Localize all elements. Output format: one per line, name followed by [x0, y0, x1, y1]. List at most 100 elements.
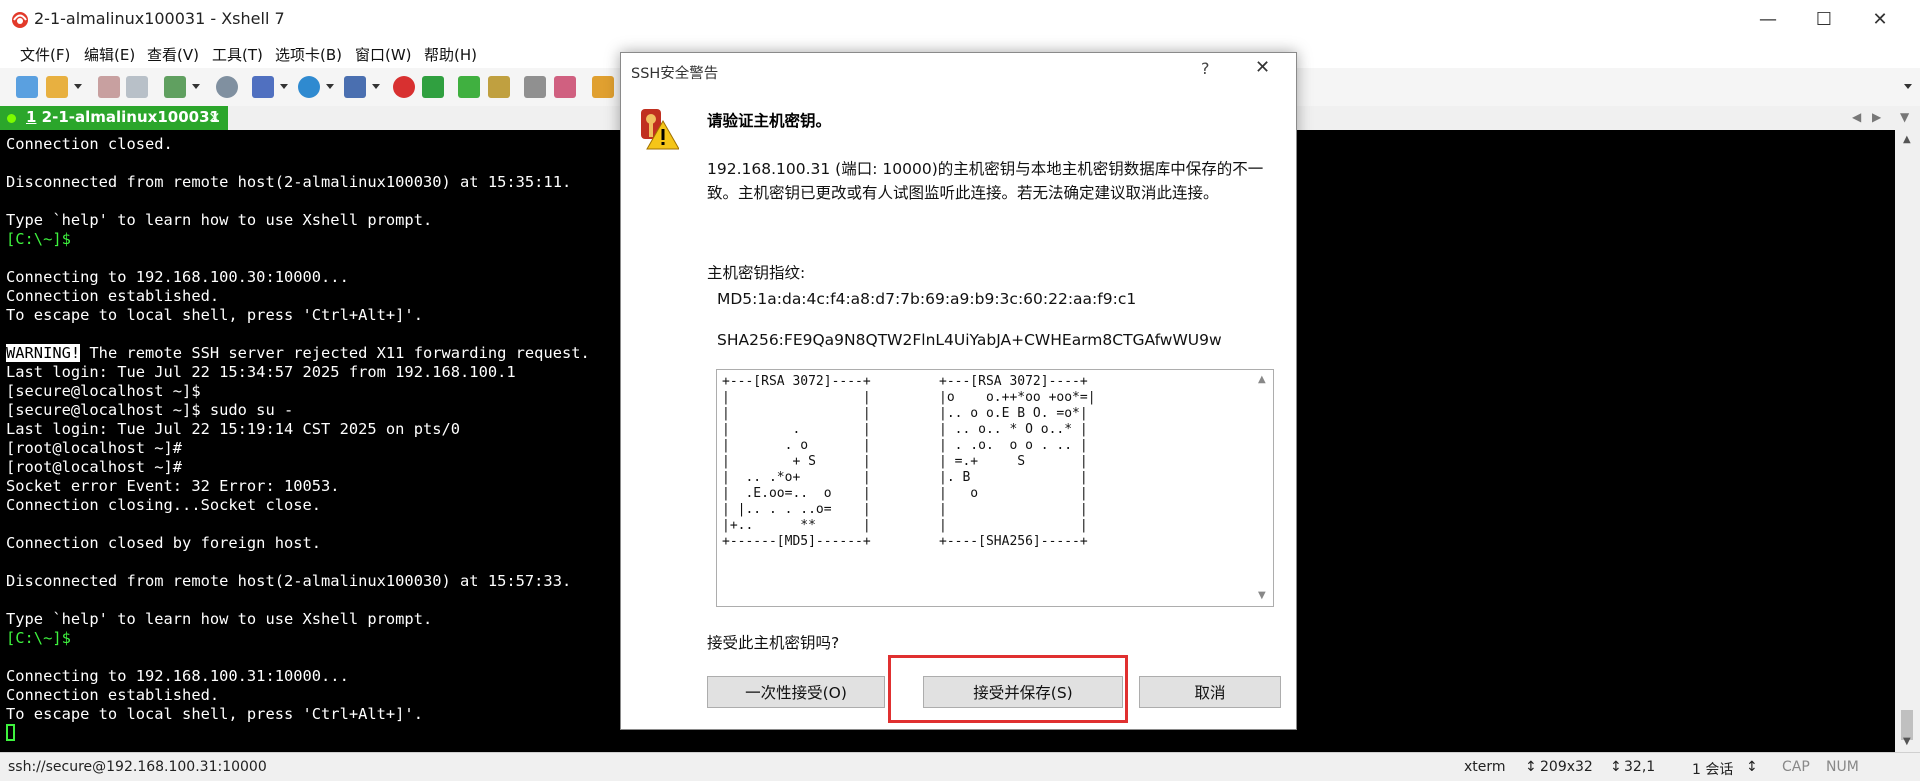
- terminal-cursor-line: [6, 724, 15, 743]
- tab-close-icon[interactable]: ×: [208, 108, 221, 126]
- status-caps-lock: CAP: [1782, 759, 1810, 775]
- tab-prev-icon[interactable]: ◀: [1852, 110, 1861, 124]
- status-term-type: xterm: [1464, 759, 1506, 775]
- accept-question: 接受此主机密钥吗?: [707, 634, 840, 652]
- font-icon[interactable]: [344, 76, 366, 98]
- dialog-description: 192.168.100.31 (端口: 10000)的主机密钥与本地主机密钥数据…: [707, 160, 1264, 202]
- maximize-button[interactable]: ☐: [1796, 0, 1852, 38]
- highlight-annotation: [888, 655, 1128, 723]
- status-connection: ssh://secure@192.168.100.31:10000: [8, 759, 267, 775]
- terminal-line: To escape to local shell, press 'Ctrl+Al…: [6, 705, 423, 723]
- xftp-icon[interactable]: [393, 76, 415, 98]
- terminal-line: [secure@localhost ~]$: [6, 382, 201, 400]
- chevron-down-icon[interactable]: [1904, 84, 1912, 89]
- cancel-button[interactable]: 取消: [1139, 676, 1281, 708]
- tab-label: 2-1-almalinux100031: [41, 108, 220, 126]
- globe-icon[interactable]: [298, 76, 320, 98]
- status-sessions[interactable]: 1 会话: [1692, 759, 1733, 779]
- terminal-line: To escape to local shell, press 'Ctrl+Al…: [6, 306, 423, 324]
- terminal-scrollbar[interactable]: ▲ ▼: [1895, 130, 1920, 752]
- status-cursor-position: 32,1: [1624, 759, 1656, 775]
- menu-window[interactable]: 窗口(W): [355, 44, 412, 65]
- terminal-line: Connection closed by foreign host.: [6, 534, 322, 552]
- chevron-down-icon[interactable]: [74, 84, 82, 89]
- menu-view[interactable]: 查看(V): [147, 44, 199, 65]
- layout-icon[interactable]: [252, 76, 274, 98]
- status-size-icon: ↕: [1525, 759, 1537, 775]
- new-session-icon[interactable]: [16, 76, 38, 98]
- status-num-lock: NUM: [1826, 759, 1859, 775]
- fingerprint-sha256: SHA256:FE9Qa9N8QTW2FlnL4UiYabJA+CWHEarm8…: [717, 331, 1222, 349]
- terminal-line: Last login: Tue Jul 22 15:34:57 2025 fro…: [6, 363, 516, 381]
- tab-session-1[interactable]: 1 2-1-almalinux100031 ×: [0, 106, 228, 130]
- terminal-line: Connecting to 192.168.100.30:10000...: [6, 268, 349, 286]
- menu-tools[interactable]: 工具(T): [212, 44, 263, 65]
- reconnect-icon[interactable]: [126, 76, 148, 98]
- terminal-line: Last login: Tue Jul 22 15:19:14 CST 2025…: [6, 420, 461, 438]
- terminal-warning-line: WARNING! The remote SSH server rejected …: [6, 344, 590, 363]
- status-terminal-size: 209x32: [1540, 759, 1593, 775]
- chevron-down-icon[interactable]: [372, 84, 380, 89]
- scroll-down-icon[interactable]: ▼: [1258, 590, 1266, 601]
- scroll-up-icon[interactable]: ▲: [1903, 134, 1911, 145]
- lock-icon[interactable]: [488, 76, 510, 98]
- highlight-pen-icon[interactable]: [554, 76, 576, 98]
- add-tab-icon[interactable]: [592, 76, 614, 98]
- scroll-down-icon[interactable]: ▼: [1903, 736, 1911, 747]
- randomart-sha256: +---[RSA 3072]----+ |o o.++*oo +oo*=| |.…: [939, 374, 1096, 549]
- xshell-logo-icon: [12, 12, 28, 28]
- dialog-close-icon[interactable]: ✕: [1255, 57, 1270, 78]
- chevron-down-icon[interactable]: [326, 84, 334, 89]
- status-bar: ssh://secure@192.168.100.31:10000 xterm …: [0, 752, 1920, 781]
- connected-status-icon: [7, 114, 16, 123]
- minimize-button[interactable]: —: [1740, 0, 1796, 38]
- terminal-line: Connection established.: [6, 686, 220, 704]
- title-bar: 2-1-almalinux100031 - Xshell 7 — ☐ ✕: [0, 0, 1920, 38]
- dialog-title-bar: SSH安全警告 ? ✕: [621, 53, 1296, 87]
- dialog-heading: 请验证主机密钥。: [707, 112, 832, 130]
- sessions-dropdown-icon[interactable]: ↕: [1746, 759, 1758, 775]
- terminal-cursor: [6, 724, 15, 741]
- terminal-line: Disconnected from remote host(2-almalinu…: [6, 173, 572, 191]
- randomart-md5: +---[RSA 3072]----+ | | | | | . | | . o …: [722, 374, 871, 549]
- warning-text: The remote SSH server rejected X11 forwa…: [80, 344, 590, 362]
- open-folder-icon[interactable]: [46, 76, 68, 98]
- fingerprint-label: 主机密钥指纹:: [707, 264, 806, 282]
- close-window-button[interactable]: ✕: [1852, 0, 1908, 38]
- tab-number: 1: [26, 108, 37, 126]
- chevron-down-icon[interactable]: [192, 84, 200, 89]
- menu-help[interactable]: 帮助(H): [424, 44, 477, 65]
- menu-edit[interactable]: 编辑(E): [84, 44, 135, 65]
- menu-tabs[interactable]: 选项卡(B): [275, 44, 342, 65]
- warning-badge: WARNING!: [6, 344, 81, 362]
- randomart-box[interactable]: +---[RSA 3072]----+ | | | | | . | | . o …: [716, 369, 1274, 607]
- accept-once-button[interactable]: 一次性接受(O): [707, 676, 885, 708]
- script-icon[interactable]: [422, 76, 444, 98]
- key-warning-icon: [641, 109, 679, 150]
- tab-menu-icon[interactable]: ▼: [1900, 110, 1909, 124]
- terminal-line: Type `help' to learn how to use Xshell p…: [6, 610, 433, 628]
- terminal-line: Connection closing...Socket close.: [6, 496, 322, 514]
- help-icon[interactable]: ?: [1201, 59, 1210, 78]
- fingerprint-md5: MD5:1a:da:4c:f4:a8:d7:7b:69:a9:b9:3c:60:…: [717, 290, 1137, 308]
- disconnect-icon[interactable]: [98, 76, 120, 98]
- properties-icon[interactable]: [164, 76, 186, 98]
- search-icon[interactable]: [216, 76, 238, 98]
- terminal-prompt: [C:\~]$: [6, 230, 71, 248]
- fullscreen-icon[interactable]: [458, 76, 480, 98]
- terminal-line: [root@localhost ~]#: [6, 458, 183, 476]
- randomart-scrollbar[interactable]: ▲ ▼: [1253, 370, 1273, 606]
- keyboard-icon[interactable]: [524, 76, 546, 98]
- terminal-line: Disconnected from remote host(2-almalinu…: [6, 572, 572, 590]
- chevron-down-icon[interactable]: [280, 84, 288, 89]
- close-icon: ✕: [1872, 8, 1888, 30]
- terminal-line: Connection established.: [6, 287, 220, 305]
- status-cursor-icon: ↕: [1610, 759, 1622, 775]
- terminal-prompt: [C:\~]$: [6, 629, 71, 647]
- menu-file[interactable]: 文件(F): [20, 44, 70, 65]
- terminal-line: [secure@localhost ~]$ sudo su -: [6, 401, 294, 419]
- scroll-up-icon[interactable]: ▲: [1258, 374, 1266, 385]
- tab-next-icon[interactable]: ▶: [1872, 110, 1881, 124]
- terminal-line: [root@localhost ~]#: [6, 439, 183, 457]
- dialog-body: 请验证主机密钥。 192.168.100.31 (端口: 10000)的主机密钥…: [621, 87, 1296, 729]
